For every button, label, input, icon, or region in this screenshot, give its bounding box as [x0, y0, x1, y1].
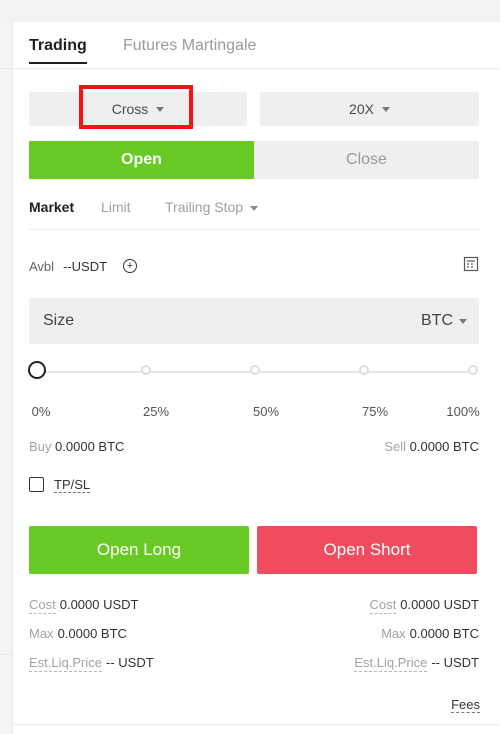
- tpsl-checkbox[interactable]: [29, 477, 44, 492]
- slider-label-50: 50%: [252, 404, 280, 419]
- sell-summary: Sell 0.0000 BTC: [384, 439, 479, 454]
- slider-label-0: 0%: [31, 404, 51, 419]
- calculator-icon[interactable]: [463, 256, 479, 272]
- slider-step-100[interactable]: [468, 365, 478, 375]
- open-tab[interactable]: Open: [29, 141, 254, 179]
- left-divider-top: [0, 68, 12, 69]
- cost-right-label: Cost: [369, 597, 397, 614]
- percentage-slider[interactable]: [28, 361, 478, 384]
- slider-step-25[interactable]: [141, 365, 151, 375]
- slider-step-75[interactable]: [359, 365, 369, 375]
- slider-labels: 0% 25% 50% 75% 100%: [29, 404, 480, 420]
- liq-right-label: Est.Liq.Price: [354, 655, 428, 672]
- slider-label-75: 75%: [361, 404, 389, 419]
- trade-stats: Cost 0.0000 USDT Cost 0.0000 USDT Max 0.000…: [29, 597, 479, 684]
- available-label: Avbl: [29, 259, 55, 274]
- tab-trading[interactable]: Trading: [29, 37, 87, 64]
- max-row: Max 0.0000 BTC Max 0.0000 BTC: [29, 626, 479, 655]
- chevron-down-icon: [250, 206, 259, 211]
- buy-summary: Buy 0.0000 BTC: [29, 439, 124, 454]
- cost-left: Cost 0.0000 USDT: [29, 597, 139, 614]
- order-type-trailing-stop[interactable]: Trailing Stop: [165, 199, 259, 215]
- open-short-button[interactable]: Open Short: [257, 526, 477, 574]
- top-strip: [0, 0, 500, 22]
- cost-left-label: Cost: [29, 597, 56, 614]
- cost-right: Cost 0.0000 USDT: [369, 597, 479, 614]
- leverage-dropdown[interactable]: 20X: [260, 92, 479, 126]
- liq-left-value: -- USDT: [105, 655, 154, 670]
- size-label: Size: [43, 312, 75, 329]
- liq-right: Est.Liq.Price -- USDT: [354, 655, 479, 672]
- available-balance-row: Avbl --USDT +: [29, 256, 479, 279]
- size-unit-value: BTC: [421, 312, 453, 329]
- open-long-button[interactable]: Open Long: [29, 526, 249, 574]
- trailing-stop-label: Trailing Stop: [165, 199, 244, 215]
- slider-label-100: 100%: [446, 404, 480, 419]
- size-unit-dropdown[interactable]: BTC: [421, 312, 467, 330]
- slider-handle[interactable]: [28, 361, 46, 379]
- order-type-market[interactable]: Market: [29, 199, 74, 215]
- tpsl-label[interactable]: TP/SL: [54, 478, 91, 493]
- buy-value: 0.0000 BTC: [55, 439, 125, 454]
- chevron-down-icon: [381, 107, 390, 112]
- trading-panel: Trading Futures Martingale Cross 20X Ope…: [12, 22, 500, 734]
- order-type-tabs: Market Limit Trailing Stop: [29, 199, 479, 230]
- max-left-value: 0.0000 BTC: [57, 626, 127, 641]
- max-left: Max 0.0000 BTC: [29, 626, 127, 641]
- slider-step-50[interactable]: [250, 365, 260, 375]
- open-close-toggle: Open Close: [29, 141, 479, 179]
- size-input[interactable]: Size BTC: [29, 298, 479, 344]
- left-divider-bottom: [0, 654, 12, 655]
- liq-left: Est.Liq.Price -- USDT: [29, 655, 154, 672]
- margin-mode-dropdown[interactable]: Cross: [29, 92, 247, 126]
- max-left-label: Max: [29, 626, 54, 641]
- max-right-label: Max: [381, 626, 406, 641]
- sell-value: 0.0000 BTC: [409, 439, 479, 454]
- liquidation-row: Est.Liq.Price -- USDT Est.Liq.Price -- USD…: [29, 655, 479, 684]
- top-tabs: Trading Futures Martingale: [13, 22, 500, 69]
- trading-page: Trading Futures Martingale Cross 20X Ope…: [0, 0, 500, 734]
- max-right-value: 0.0000 BTC: [409, 626, 479, 641]
- plus-circle-icon[interactable]: +: [123, 259, 137, 273]
- chevron-down-icon: [156, 107, 165, 112]
- cost-row: Cost 0.0000 USDT Cost 0.0000 USDT: [29, 597, 479, 626]
- sell-label: Sell: [384, 439, 406, 454]
- cost-left-value: 0.0000 USDT: [59, 597, 139, 612]
- margin-mode-value: Cross: [111, 101, 149, 117]
- cost-right-value: 0.0000 USDT: [400, 597, 479, 612]
- liq-right-value: -- USDT: [431, 655, 479, 670]
- buy-label: Buy: [29, 439, 52, 454]
- available-value: --USDT: [63, 259, 108, 274]
- chevron-down-icon: [459, 319, 467, 324]
- leverage-value: 20X: [349, 101, 374, 117]
- close-tab[interactable]: Close: [254, 141, 479, 179]
- order-type-limit[interactable]: Limit: [101, 199, 131, 215]
- tab-futures-martingale[interactable]: Futures Martingale: [123, 37, 256, 55]
- slider-label-25: 25%: [142, 404, 170, 419]
- liq-left-label: Est.Liq.Price: [29, 655, 102, 672]
- buy-sell-summary: Buy 0.0000 BTC Sell 0.0000 BTC: [29, 439, 479, 457]
- max-right: Max 0.0000 BTC: [381, 626, 479, 641]
- bottom-bar: ×: [13, 724, 500, 734]
- fees-link[interactable]: Fees: [451, 698, 480, 713]
